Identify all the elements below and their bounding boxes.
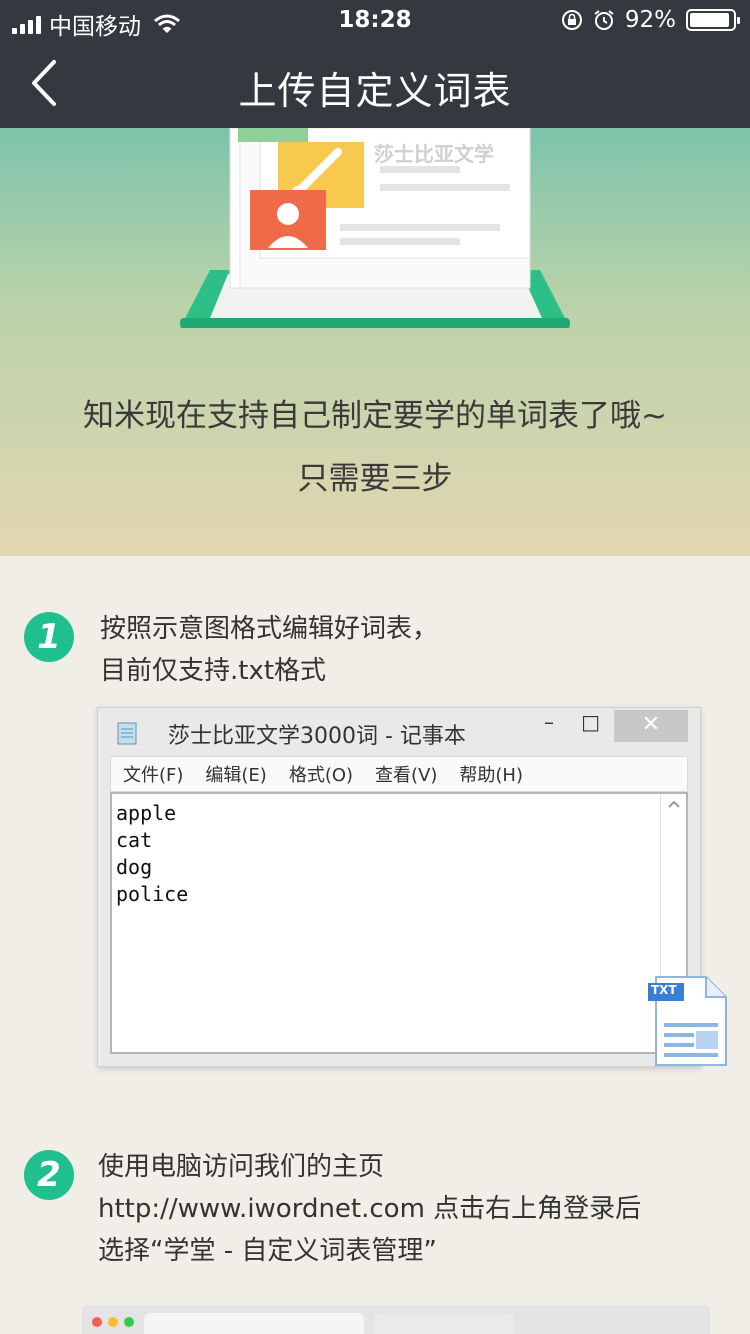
close-icon: ✕ [614, 710, 688, 742]
browser-minimize-dot [108, 1317, 118, 1327]
browser-close-dot [92, 1317, 102, 1327]
step-2-badge: 2 [24, 1150, 74, 1200]
notepad-menu-bar: 文件(F) 编辑(E) 格式(O) 查看(V) 帮助(H) [110, 756, 688, 792]
menu-item-view: 查看(V) [375, 765, 438, 786]
word-line: apple [116, 801, 177, 825]
hero-banner: 莎士比亚文学 知米现在支持自己制定要学的单词表了哦~ 只需要三步 [0, 128, 750, 556]
maximize-icon: □ [581, 710, 600, 734]
rotation-lock-icon [561, 10, 582, 30]
battery-icon [686, 9, 740, 31]
notepad-title: 莎士比亚文学3000词 - 记事本 [168, 724, 466, 749]
top-bar: 中国移动 18:28 92% 上传自定义词表 [0, 0, 750, 128]
browser-mockup [82, 1305, 710, 1334]
step-1-line: 目前仅支持.txt格式 [100, 656, 327, 686]
browser-maximize-dot [124, 1317, 134, 1327]
step-2-line: 使用电脑访问我们的主页 [98, 1152, 385, 1182]
step-1-text: 按照示意图格式编辑好词表， 目前仅支持.txt格式 [100, 608, 438, 692]
alarm-icon [594, 10, 614, 30]
menu-item-help: 帮助(H) [459, 765, 523, 786]
step-2-text: 使用电脑访问我们的主页 http://www.iwordnet.com 点击右上… [98, 1146, 641, 1272]
status-right: 92% [561, 7, 740, 33]
chevron-up-icon [668, 800, 680, 808]
nav-bar: 上传自定义词表 [0, 40, 750, 128]
hero-steps-text: 只需要三步 [297, 461, 453, 497]
word-line: cat [116, 828, 153, 852]
browser-tab [144, 1313, 364, 1334]
hero-card-label: 莎士比亚文学 [374, 142, 494, 166]
page-title: 上传自定义词表 [238, 69, 512, 113]
txt-file-badge: TXT [651, 983, 677, 997]
notepad-window: 莎士比亚文学3000词 - 记事本 – □ ✕ 文件(F) 编辑(E) 格式(O… [97, 707, 701, 1067]
hero-intro-text: 知米现在支持自己制定要学的单词表了哦~ [83, 398, 667, 434]
browser-tab [374, 1313, 514, 1334]
step-1-badge: 1 [24, 612, 74, 662]
notepad-icon [117, 722, 137, 745]
status-bar: 中国移动 18:28 92% [0, 0, 750, 40]
minimize-icon: – [544, 710, 554, 734]
word-line: dog [116, 855, 153, 879]
word-line: police [116, 882, 189, 906]
menu-item-format: 格式(O) [288, 765, 354, 786]
menu-item-file: 文件(F) [123, 765, 184, 786]
battery-percent: 92% [624, 7, 676, 33]
notepad-text-area: apple cat dog police [110, 792, 688, 1054]
menu-item-edit: 编辑(E) [205, 765, 267, 786]
step-2-line: 选择“学堂 - 自定义词表管理” [98, 1236, 437, 1266]
step-1-line: 按照示意图格式编辑好词表， [100, 614, 439, 644]
step-2-line: http://www.iwordnet.com 点击右上角登录后 [98, 1194, 642, 1224]
